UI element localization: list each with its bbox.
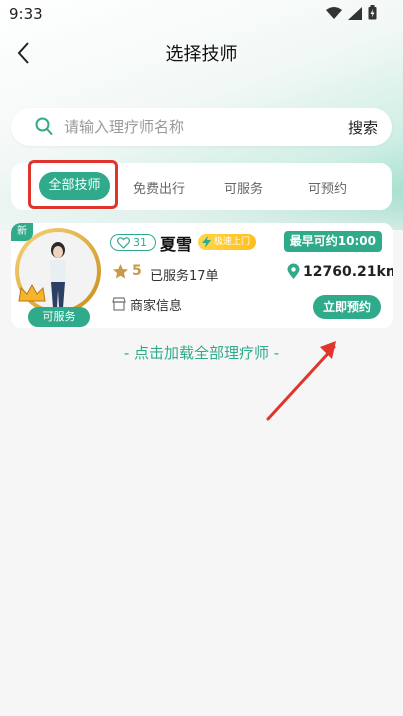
served-count: 已服务17单 — [150, 269, 219, 284]
lightning-icon — [202, 236, 211, 248]
technician-card[interactable]: 新 可服务 31 夏雪 极速上门 最早可约10:00 5 已服务17单 1276… — [11, 223, 393, 328]
status-badge: 可服务 — [28, 307, 90, 327]
location-pin-icon — [287, 263, 300, 284]
page-title: 选择技师 — [165, 44, 238, 65]
heart-icon — [117, 237, 130, 249]
highlight-annotation-box — [28, 160, 118, 209]
shop-info-link[interactable]: 商家信息 — [130, 295, 182, 314]
search-input[interactable] — [64, 115, 334, 139]
battery-icon — [368, 5, 377, 24]
distance-value: 12760.21km — [303, 264, 393, 280]
status-time: 9:33 — [9, 5, 43, 23]
book-now-button[interactable]: 立即预约 — [313, 295, 381, 319]
likes-count: 31 — [133, 236, 147, 249]
fast-arrival-tag: 极速上门 — [198, 234, 257, 250]
fast-arrival-label: 极速上门 — [214, 237, 251, 247]
star-icon — [112, 263, 129, 284]
search-button[interactable]: 搜索 — [348, 117, 378, 138]
search-bar: 搜索 — [11, 108, 392, 146]
signal-icon — [348, 5, 362, 24]
technician-name: 夏雪 — [160, 235, 193, 254]
tab-bookable[interactable]: 可预约 — [308, 178, 347, 197]
status-icons — [326, 5, 377, 24]
status-bar: 9:33 — [0, 0, 403, 28]
rating-value: 5 — [132, 263, 142, 279]
earliest-available-badge: 最早可约10:00 — [283, 231, 382, 252]
search-icon — [35, 117, 53, 140]
crown-icon — [17, 283, 47, 307]
tab-available[interactable]: 可服务 — [224, 178, 263, 197]
nav-bar: 选择技师 — [0, 30, 403, 74]
arrow-annotation-icon — [260, 335, 345, 429]
shop-icon — [112, 296, 126, 315]
tab-free-travel[interactable]: 免费出行 — [133, 178, 185, 197]
likes-badge[interactable]: 31 — [110, 234, 156, 251]
wifi-icon — [326, 5, 342, 24]
new-badge: 新 — [11, 223, 33, 241]
